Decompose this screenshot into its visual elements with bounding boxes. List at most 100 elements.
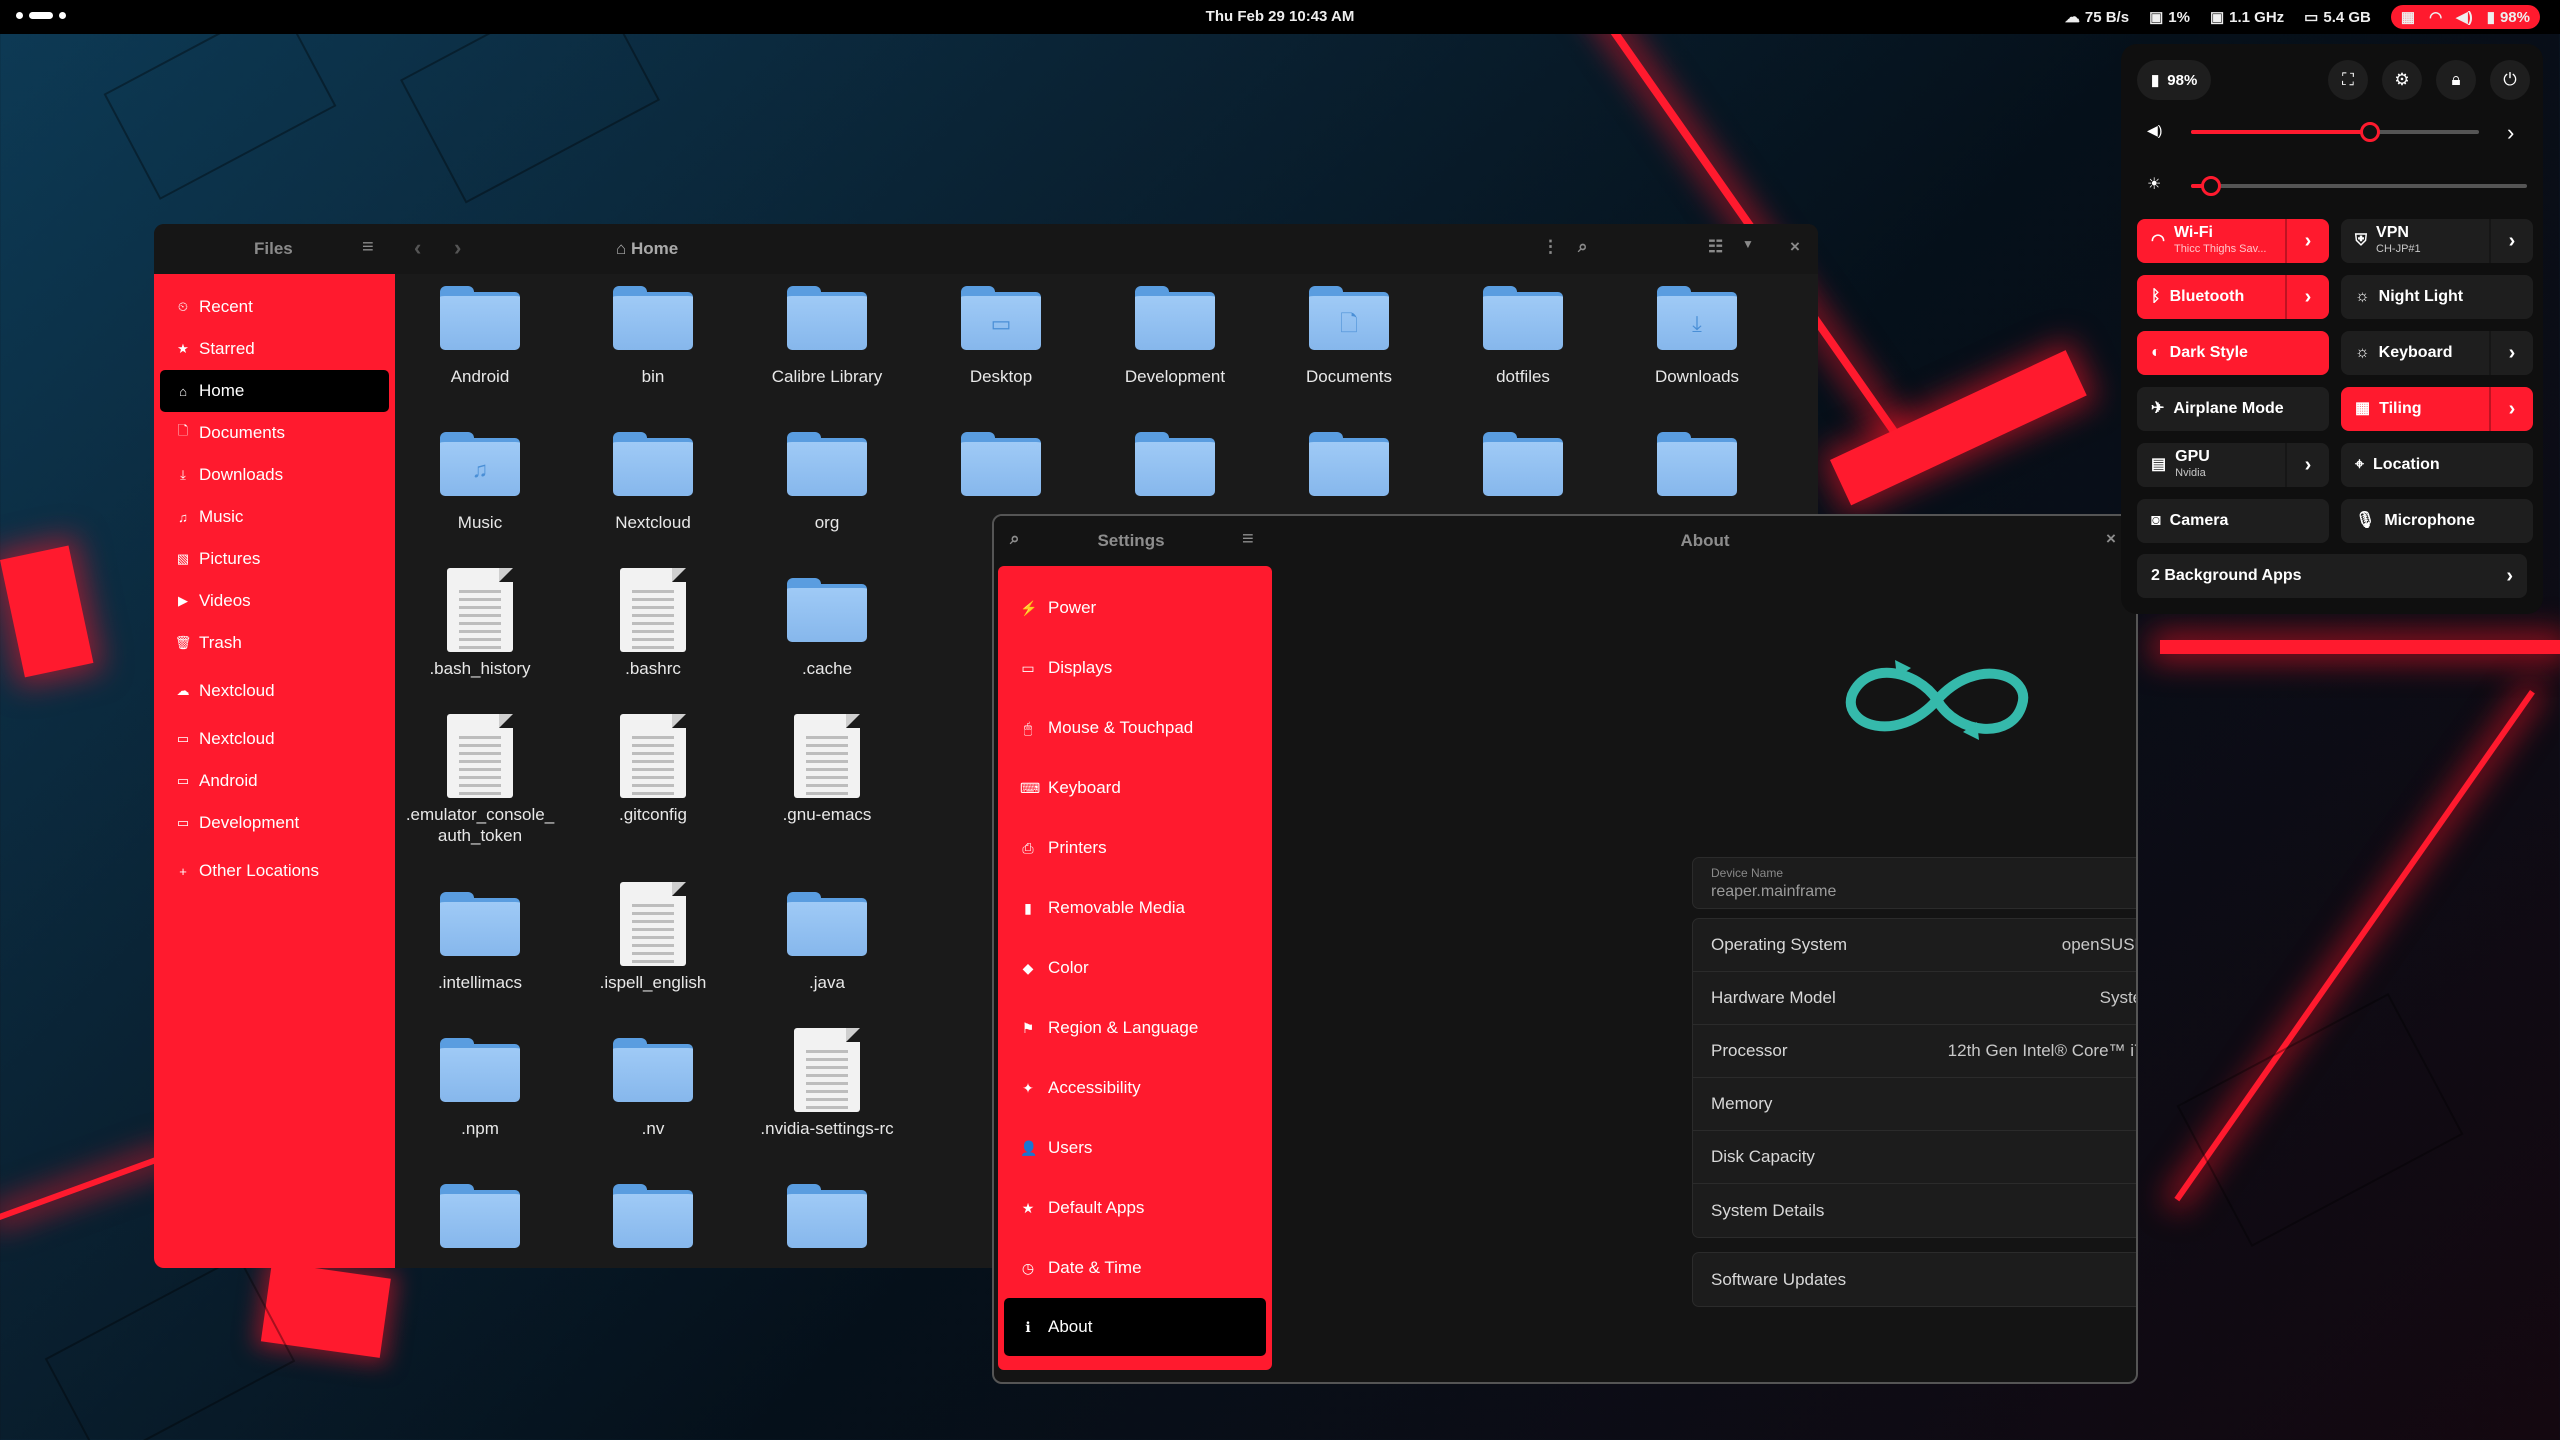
file-item[interactable]: Nextcloud <box>578 432 728 533</box>
chevron-right-icon[interactable]: › <box>2489 387 2533 431</box>
device-name-field[interactable]: Device Name reaper.mainframe ✎ <box>1692 857 2136 909</box>
path-menu-button[interactable]: ⋮ <box>1542 237 1559 257</box>
toggle-bluetooth[interactable]: ᛒ Bluetooth › <box>2137 275 2329 319</box>
settings-nav-date-time[interactable]: ◷ Date & Time <box>998 1238 1272 1298</box>
sidebar-item-nextcloud-cloud[interactable]: ☁ Nextcloud <box>154 670 395 712</box>
toggle-microphone[interactable]: 🎙︎ Microphone <box>2341 499 2533 543</box>
file-item[interactable]: .bashrc <box>578 568 728 679</box>
file-item[interactable]: Development <box>1100 286 1250 387</box>
file-item[interactable]: ▭ Desktop <box>926 286 1076 387</box>
brightness-slider[interactable] <box>2191 176 2527 196</box>
battery-chip[interactable]: ▮ 98% <box>2137 60 2212 100</box>
file-item[interactable]: .intellimacs <box>405 892 555 993</box>
file-item[interactable]: bin <box>578 286 728 387</box>
sidebar-item-downloads[interactable]: ⤓ Downloads <box>154 454 395 496</box>
chevron-right-icon[interactable]: › <box>2489 219 2533 263</box>
file-item[interactable]: Calibre Library <box>752 286 902 387</box>
file-item[interactable]: .npm <box>405 1038 555 1139</box>
settings-nav-keyboard[interactable]: ⌨ Keyboard <box>998 758 1272 818</box>
file-item[interactable] <box>578 1184 728 1264</box>
file-item[interactable]: .java <box>752 892 902 993</box>
settings-nav-mouse-touchpad[interactable]: 🖱 Mouse & Touchpad <box>998 698 1272 758</box>
toggle-vpn[interactable]: ⛨ VPN CH-JP#1 › <box>2341 219 2533 263</box>
toggle-camera[interactable]: ◙ Camera <box>2137 499 2329 543</box>
sidebar-item-videos[interactable]: ▶ Videos <box>154 580 395 622</box>
status-indicators[interactable]: ▦ ◠ ◀) ▮ 98% <box>2390 5 2540 29</box>
back-button[interactable]: ‹ <box>414 235 421 261</box>
sidebar-item-documents[interactable]: 🗋 Documents <box>154 412 395 454</box>
brightness-knob[interactable] <box>2201 176 2222 196</box>
toggle-night-light[interactable]: ☼ Night Light <box>2341 275 2533 319</box>
settings-nav-about[interactable]: ℹ About <box>1004 1298 1266 1356</box>
file-item[interactable] <box>1448 432 1598 512</box>
file-item[interactable]: .gnu-emacs <box>752 714 902 825</box>
toggle-airplane-mode[interactable]: ✈ Airplane Mode <box>2137 387 2329 431</box>
file-item[interactable]: ⤓ Downloads <box>1622 286 1772 387</box>
chevron-right-icon[interactable]: › <box>2285 219 2329 263</box>
info-row[interactable]: System Details› <box>1693 1184 2136 1237</box>
path-bar[interactable]: ⌂ Home <box>616 239 678 259</box>
chevron-right-icon[interactable]: › <box>2285 275 2329 319</box>
search-icon[interactable]: ⌕ <box>1010 529 1020 549</box>
close-icon[interactable]: × <box>2106 529 2116 549</box>
settings-nav-default-apps[interactable]: ★ Default Apps <box>998 1178 1272 1238</box>
file-item[interactable] <box>1274 432 1424 512</box>
sidebar-item-trash[interactable]: 🗑 Trash <box>154 622 395 664</box>
file-item[interactable]: ♫ Music <box>405 432 555 533</box>
sidebar-item-home[interactable]: ⌂ Home <box>160 370 389 412</box>
sidebar-item-pictures[interactable]: ▧ Pictures <box>154 538 395 580</box>
sidebar-item-recent[interactable]: ⏲ Recent <box>154 286 395 328</box>
file-item[interactable] <box>1622 432 1772 512</box>
view-options-chevron-icon[interactable]: ▼ <box>1742 237 1754 251</box>
volume-knob[interactable] <box>2359 122 2380 142</box>
volume-slider[interactable] <box>2191 122 2479 142</box>
chevron-right-icon[interactable]: › <box>2489 331 2533 375</box>
background-apps-row[interactable]: 2 Background Apps › <box>2137 554 2527 598</box>
chevron-right-icon[interactable]: › <box>2285 443 2329 487</box>
settings-button[interactable]: ⚙ <box>2382 60 2422 100</box>
toggle-keyboard[interactable]: ☼ Keyboard › <box>2341 331 2533 375</box>
file-item[interactable] <box>752 1184 902 1264</box>
settings-nav-power[interactable]: ⚡ Power <box>998 578 1272 638</box>
file-item[interactable] <box>1100 432 1250 512</box>
forward-button[interactable]: › <box>454 235 461 261</box>
file-item[interactable] <box>405 1184 555 1264</box>
toggle-tiling[interactable]: ▦ Tiling › <box>2341 387 2533 431</box>
file-item[interactable]: Android <box>405 286 555 387</box>
sidebar-item-nextcloud[interactable]: ▭ Nextcloud <box>154 718 395 760</box>
software-updates-row[interactable]: Software Updates⧉ <box>1692 1252 2136 1307</box>
file-item[interactable]: .emulator_console_auth_token <box>405 714 555 846</box>
file-item[interactable]: .gitconfig <box>578 714 728 825</box>
sidebar-item-music[interactable]: ♫ Music <box>154 496 395 538</box>
toggle-dark-style[interactable]: ◐ Dark Style <box>2137 331 2329 375</box>
screenshot-button[interactable]: ⛶ <box>2328 60 2368 100</box>
file-item[interactable]: .nv <box>578 1038 728 1139</box>
sidebar-item-android[interactable]: ▭ Android <box>154 760 395 802</box>
settings-nav-color[interactable]: ◆ Color <box>998 938 1272 998</box>
settings-nav-accessibility[interactable]: ✦ Accessibility <box>998 1058 1272 1118</box>
settings-nav-region-language[interactable]: ⚑ Region & Language <box>998 998 1272 1058</box>
menu-icon[interactable]: ≡ <box>1242 528 1254 551</box>
settings-nav-printers[interactable]: ⎙ Printers <box>998 818 1272 878</box>
settings-nav-displays[interactable]: ▭ Displays <box>998 638 1272 698</box>
file-item[interactable]: .nvidia-settings-rc <box>752 1028 902 1139</box>
volume-chevron-icon[interactable]: › <box>2507 120 2514 146</box>
close-icon[interactable]: × <box>1790 237 1800 257</box>
file-item[interactable]: dotfiles <box>1448 286 1598 387</box>
file-item[interactable] <box>926 432 1076 512</box>
toggle-gpu[interactable]: ▤ GPU Nvidia › <box>2137 443 2329 487</box>
sidebar-menu-button[interactable]: ≡ <box>362 236 374 259</box>
file-item[interactable]: .cache <box>752 578 902 679</box>
toggle-wi-fi[interactable]: ◠ Wi-Fi Thicc Thighs Sav... › <box>2137 219 2329 263</box>
file-item[interactable]: 🗋 Documents <box>1274 286 1424 387</box>
toggle-location[interactable]: ⌖ Location <box>2341 443 2533 487</box>
file-item[interactable]: org <box>752 432 902 533</box>
settings-nav-users[interactable]: 👤 Users <box>998 1118 1272 1178</box>
search-icon[interactable]: ⌕ <box>1578 237 1588 257</box>
device-name-value[interactable]: reaper.mainframe <box>1711 883 2136 901</box>
sidebar-item-other-locations[interactable]: + Other Locations <box>154 850 395 892</box>
power-button[interactable]: ⏻ <box>2490 60 2530 100</box>
file-item[interactable]: .bash_history <box>405 568 555 679</box>
lock-button[interactable]: 🔒︎ <box>2436 60 2476 100</box>
sidebar-item-starred[interactable]: ★ Starred <box>154 328 395 370</box>
